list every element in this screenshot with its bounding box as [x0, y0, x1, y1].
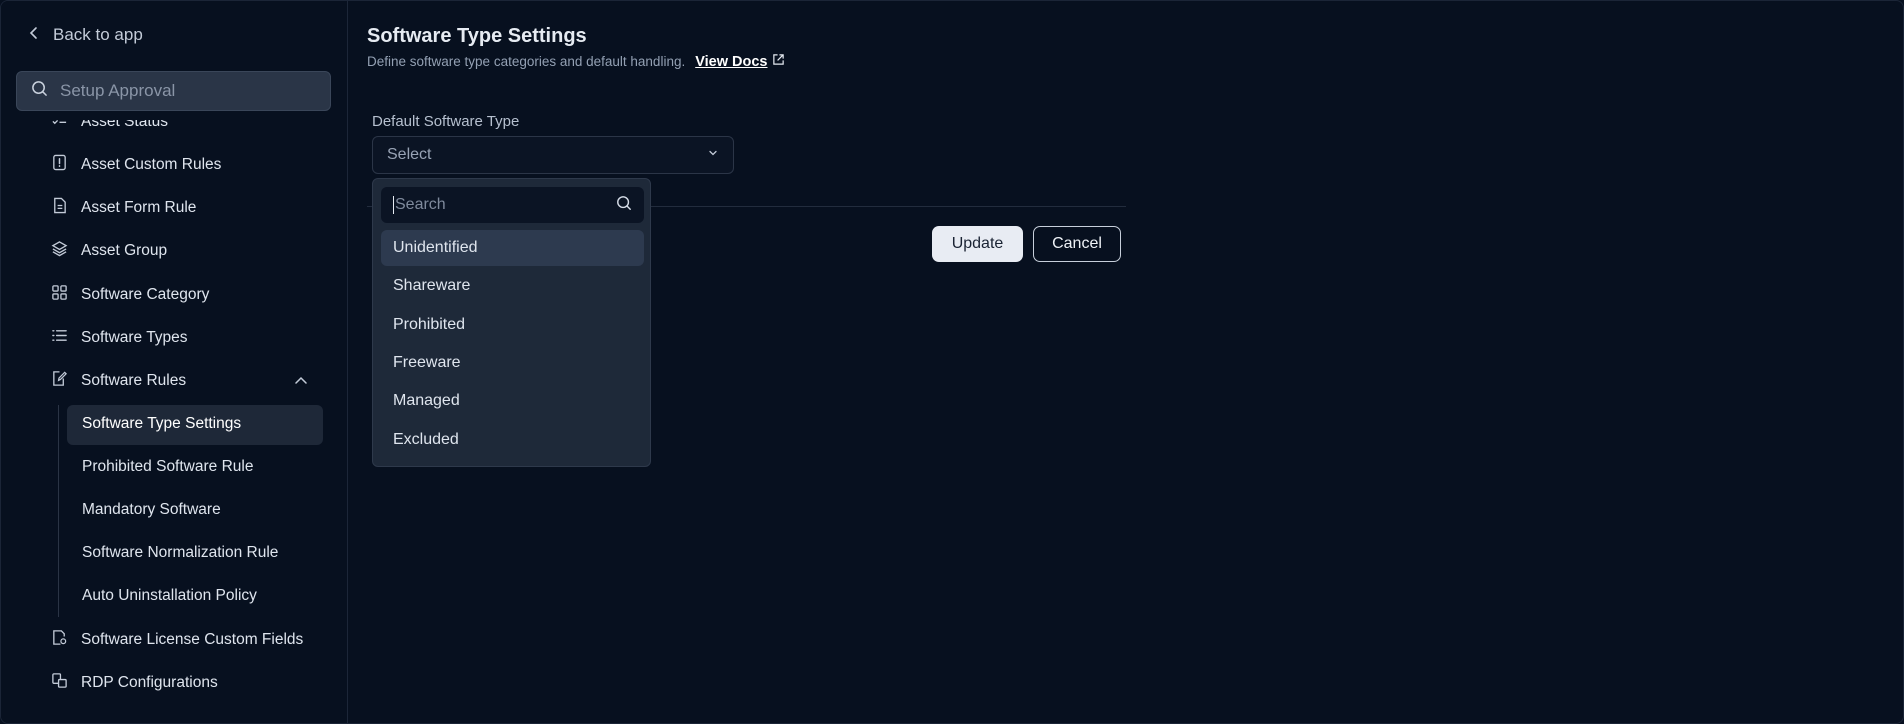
- chevron-up-icon[interactable]: [293, 373, 309, 389]
- sidebar-item-label: Asset Group: [81, 242, 168, 259]
- sidebar-item-asset-group[interactable]: Asset Group: [51, 240, 167, 262]
- chevron-left-icon: [27, 25, 41, 45]
- page-description: Define software type categories and defa…: [367, 53, 785, 70]
- back-to-app-link[interactable]: Back to app: [27, 25, 143, 45]
- sidebar-subitem-auto-uninstallation-policy[interactable]: Auto Uninstallation Policy: [82, 587, 257, 605]
- file-edit-icon: [51, 370, 68, 392]
- software-type-dropdown: Search Unidentified Shareware Prohibited…: [372, 178, 651, 467]
- file-settings-icon: [51, 629, 68, 651]
- sidebar-item-label: Software License Custom Fields: [81, 631, 304, 648]
- page-title: Software Type Settings: [367, 25, 587, 47]
- default-software-type-label: Default Software Type: [372, 113, 520, 130]
- sidebar-search-placeholder: Setup Approval: [60, 81, 176, 100]
- sidebar-item-label: Asset Form Rule: [81, 199, 197, 216]
- description-text: Define software type categories and defa…: [367, 54, 686, 69]
- list-check-icon: [51, 120, 68, 133]
- submenu-guide-line: [58, 405, 59, 617]
- dropdown-option-shareware[interactable]: Shareware: [381, 268, 644, 304]
- sidebar-item-software-license-custom-fields[interactable]: Software License Custom Fields: [51, 629, 303, 651]
- dropdown-search-placeholder: Search: [393, 196, 446, 214]
- sidebar-item-asset-status[interactable]: Asset Status: [51, 113, 169, 133]
- cancel-button[interactable]: Cancel: [1033, 226, 1121, 262]
- sidebar: Back to app Setup Approval Asset Status …: [1, 1, 348, 723]
- dropdown-option-prohibited[interactable]: Prohibited: [381, 307, 644, 343]
- sidebar-item-software-category[interactable]: Software Category: [51, 284, 209, 306]
- scan-icon: [51, 717, 68, 723]
- search-icon: [616, 195, 632, 216]
- grid-icon: [51, 284, 68, 306]
- file-alert-icon: [51, 154, 68, 176]
- sidebar-subitem-prohibited-software-rule[interactable]: Prohibited Software Rule: [82, 458, 253, 476]
- layers-icon: [51, 240, 68, 262]
- dropdown-option-managed[interactable]: Managed: [381, 383, 644, 419]
- sidebar-search-input[interactable]: Setup Approval: [16, 71, 331, 111]
- back-label: Back to app: [53, 25, 143, 44]
- search-icon: [31, 80, 48, 102]
- dropdown-option-excluded[interactable]: Excluded: [381, 422, 644, 458]
- chevron-down-icon: [707, 146, 719, 164]
- default-software-type-select[interactable]: Select: [372, 136, 734, 174]
- view-docs-link[interactable]: View Docs: [695, 53, 784, 70]
- select-value: Select: [387, 146, 432, 163]
- sidebar-item-label: Software Rules: [81, 372, 187, 389]
- sidebar-item-label: RDP Configurations: [81, 674, 218, 691]
- sidebar-subitem-software-normalization-rule[interactable]: Software Normalization Rule: [82, 544, 278, 562]
- external-link-icon: [772, 53, 785, 70]
- sidebar-subitem-software-type-settings[interactable]: Software Type Settings: [82, 415, 241, 433]
- sidebar-item-label: Asset Custom Rules: [81, 156, 222, 173]
- view-docs-label: View Docs: [695, 53, 768, 70]
- dropdown-search-input[interactable]: Search: [381, 187, 644, 223]
- list-icon: [51, 327, 68, 349]
- sidebar-item-software-types[interactable]: Software Types: [51, 327, 188, 349]
- sidebar-item-rdp-configurations[interactable]: RDP Configurations: [51, 672, 218, 694]
- sidebar-item-software-rules[interactable]: Software Rules: [51, 370, 186, 392]
- sidebar-item-label: Software Category: [81, 286, 210, 303]
- file-text-icon: [51, 197, 68, 219]
- sidebar-subitem-mandatory-software[interactable]: Mandatory Software: [82, 501, 221, 519]
- sidebar-item-label: Software Types: [81, 329, 188, 346]
- dropdown-option-freeware[interactable]: Freeware: [381, 345, 644, 381]
- sidebar-item-label: Asset Status: [81, 113, 169, 130]
- update-button[interactable]: Update: [932, 226, 1023, 262]
- remote-desktop-icon: [51, 672, 68, 694]
- dropdown-option-unidentified[interactable]: Unidentified: [381, 230, 644, 266]
- sidebar-item-asset-custom-rules[interactable]: Asset Custom Rules: [51, 154, 221, 176]
- app-window: Back to app Setup Approval Asset Status …: [0, 0, 1904, 724]
- sidebar-item-asset-form-rule[interactable]: Asset Form Rule: [51, 197, 196, 219]
